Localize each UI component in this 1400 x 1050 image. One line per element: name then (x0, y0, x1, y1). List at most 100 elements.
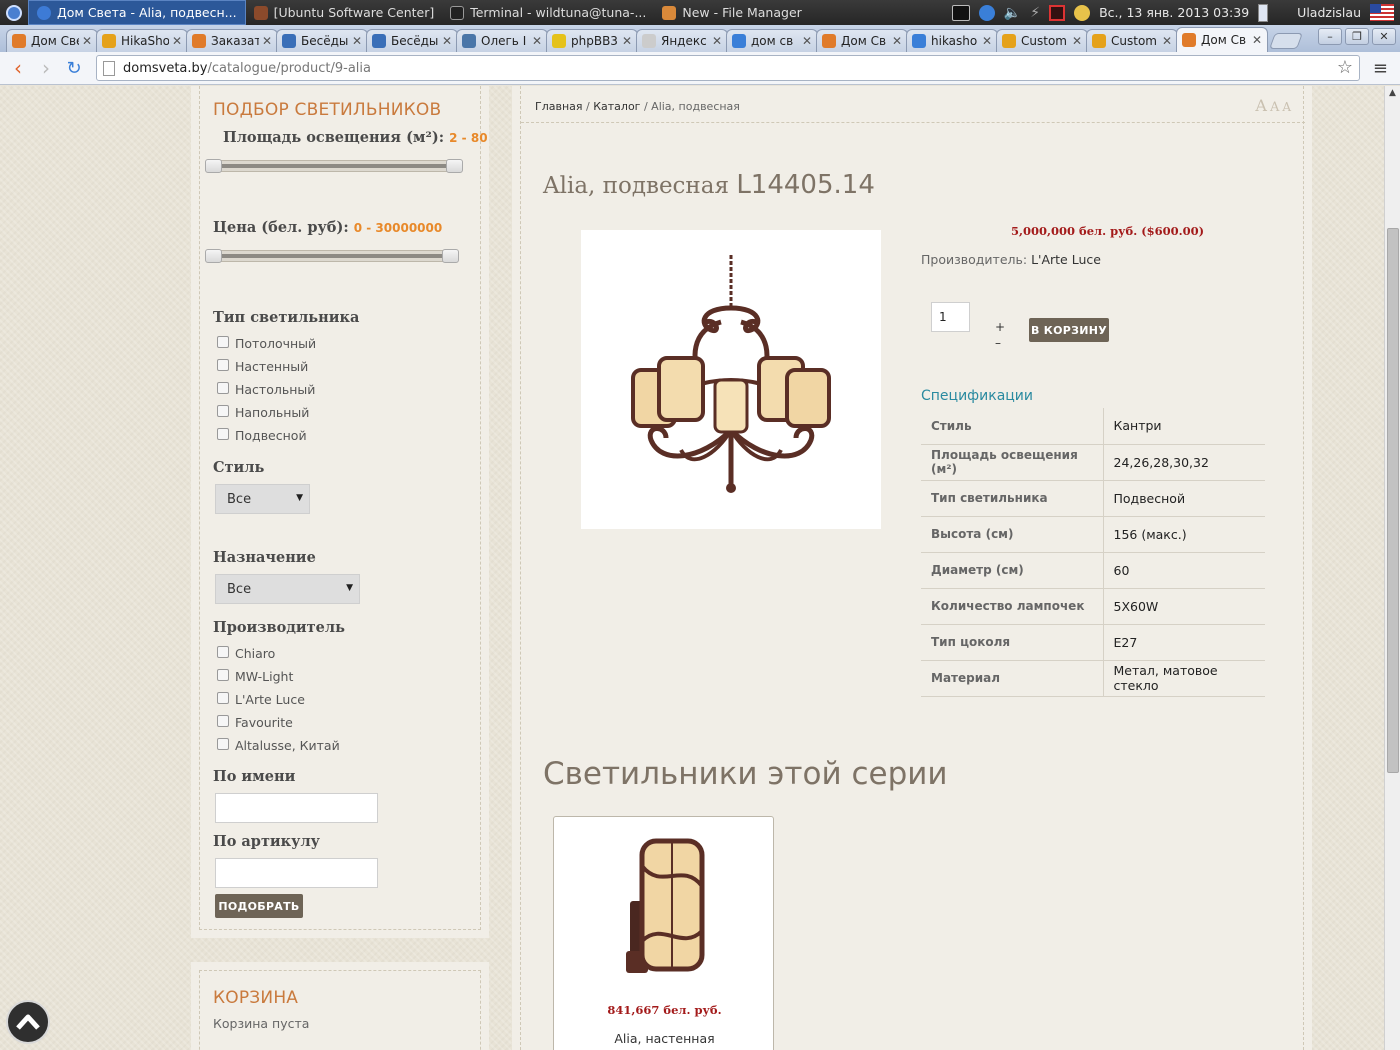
checkbox[interactable] (217, 645, 229, 658)
reload-button[interactable]: ↻ (60, 58, 88, 79)
browser-tab[interactable]: Дом Све ✕ (6, 29, 98, 52)
taskbar-item-file-manager[interactable]: New - File Manager (654, 0, 809, 25)
font-size-medium[interactable]: A (1270, 100, 1279, 115)
taskbar-item-browser[interactable]: Дом Света - Alia, подвесн... (28, 0, 246, 25)
forward-button[interactable]: › (32, 56, 60, 80)
terminal-tray-icon[interactable] (951, 4, 970, 21)
tab-close-icon[interactable]: ✕ (352, 34, 362, 48)
browser-tab[interactable]: Дом Св ✕ (816, 29, 908, 52)
product-image[interactable] (581, 230, 881, 529)
checkbox[interactable] (217, 714, 229, 727)
browser-tab[interactable]: Яндекс ✕ (636, 29, 728, 52)
manufacturer-option[interactable]: L'Arte Luce (217, 691, 305, 707)
minimize-button[interactable]: – (1318, 28, 1342, 45)
area-slider-min-handle[interactable] (205, 159, 222, 173)
series-product-card[interactable]: 841,667 бел. руб. Alia, настенная (553, 816, 774, 1050)
tab-close-icon[interactable]: ✕ (622, 34, 632, 48)
area-slider[interactable] (205, 159, 463, 173)
checkbox[interactable] (217, 381, 229, 394)
tab-close-icon[interactable]: ✕ (892, 34, 902, 48)
tab-close-icon[interactable]: ✕ (802, 34, 812, 48)
browser-tab[interactable]: Олегь I ✕ (456, 29, 548, 52)
font-size-large[interactable]: A (1255, 96, 1267, 115)
checkbox[interactable] (217, 427, 229, 440)
browser-tab[interactable]: Custom ✕ (996, 29, 1088, 52)
quantity-input[interactable]: 1 (931, 302, 970, 332)
taskbar-item-terminal[interactable]: Terminal - wildtuna@tuna-... (442, 0, 654, 25)
lamp-type-option[interactable]: Подвесной (217, 427, 307, 443)
tab-close-icon[interactable]: ✕ (1252, 33, 1262, 47)
lamp-type-option[interactable]: Настенный (217, 358, 308, 374)
lamp-type-option[interactable]: Потолочный (217, 335, 316, 351)
price-slider[interactable] (205, 249, 459, 263)
font-size-small[interactable]: A (1282, 100, 1291, 114)
quantity-decrease-button[interactable]: – (995, 336, 1001, 350)
notification-icon[interactable] (1049, 4, 1066, 21)
tab-close-icon[interactable]: ✕ (82, 34, 92, 48)
browser-tab[interactable]: hikasho ✕ (906, 29, 998, 52)
page-scrollbar[interactable]: ▲ (1384, 86, 1400, 1050)
name-filter-input[interactable] (215, 793, 378, 823)
tab-close-icon[interactable]: ✕ (262, 34, 272, 48)
browser-tab[interactable]: Custom ✕ (1086, 29, 1178, 52)
tab-close-icon[interactable]: ✕ (712, 34, 722, 48)
user-name[interactable]: Uladzislau (1297, 5, 1361, 20)
manufacturer-option[interactable]: Altalusse, Китай (217, 737, 340, 753)
checkbox[interactable] (217, 404, 229, 417)
close-window-button[interactable]: ✕ (1372, 28, 1396, 45)
checkbox[interactable] (217, 691, 229, 704)
browser-tab[interactable]: HikaSho ✕ (96, 29, 188, 52)
lamp-type-option[interactable]: Напольный (217, 404, 309, 420)
tab-close-icon[interactable]: ✕ (442, 34, 452, 48)
chrome-tray-icon[interactable] (978, 4, 995, 21)
back-button[interactable]: ‹ (4, 56, 32, 80)
checkbox[interactable] (217, 737, 229, 750)
maximize-button[interactable]: ❐ (1345, 28, 1369, 45)
scroll-up-arrow-icon[interactable]: ▲ (1385, 86, 1400, 100)
manufacturer-option[interactable]: Chiaro (217, 645, 275, 661)
apply-filter-button[interactable]: ПОДОБРАТЬ (215, 894, 303, 918)
tab-close-icon[interactable]: ✕ (172, 34, 182, 48)
manufacturer-option[interactable]: MW-Light (217, 668, 293, 684)
browser-menu-icon[interactable]: ≡ (1373, 58, 1388, 79)
browser-tab[interactable]: Заказать✕ (186, 29, 278, 52)
style-select[interactable]: Все ▼ (215, 484, 310, 514)
bookmark-star-icon[interactable]: ☆ (1337, 57, 1353, 78)
browser-tab[interactable]: Дом Св ✕ (1176, 27, 1268, 52)
manufacturer-option[interactable]: Favourite (217, 714, 293, 730)
tab-close-icon[interactable]: ✕ (1162, 34, 1172, 48)
browser-tab[interactable]: дом св ✕ (726, 29, 818, 52)
tab-close-icon[interactable]: ✕ (982, 34, 992, 48)
specs-title[interactable]: Спецификации (921, 388, 1033, 404)
new-tab-button[interactable] (1269, 33, 1303, 49)
volume-icon[interactable]: 🔈 (1004, 5, 1021, 21)
series-card-name[interactable]: Alia, настенная (554, 1031, 775, 1046)
breadcrumb-home-link[interactable]: Главная (535, 100, 583, 113)
scrollbar-thumb[interactable] (1387, 228, 1399, 773)
taskbar-item-software-center[interactable]: [Ubuntu Software Center] (246, 0, 443, 25)
sku-filter-input[interactable] (215, 858, 378, 888)
address-bar[interactable]: domsveta.by/catalogue/product/9-alia ☆ (96, 55, 1360, 81)
checkbox[interactable] (217, 358, 229, 371)
price-slider-min-handle[interactable] (205, 249, 222, 263)
price-slider-max-handle[interactable] (442, 249, 459, 263)
checkbox[interactable] (217, 668, 229, 681)
scroll-to-top-button[interactable] (6, 1000, 50, 1044)
area-slider-max-handle[interactable] (446, 159, 463, 173)
browser-tab[interactable]: Бесёды ✕ (276, 29, 368, 52)
checkbox[interactable] (217, 335, 229, 348)
xfce-menu-button[interactable] (0, 0, 28, 25)
breadcrumb-catalogue-link[interactable]: Каталог (593, 100, 640, 113)
keyboard-layout-flag-icon[interactable] (1370, 4, 1394, 21)
lamp-type-option[interactable]: Настольный (217, 381, 315, 397)
quantity-increase-button[interactable]: + (995, 320, 1005, 334)
clock[interactable]: Вс., 13 янв. 2013 03:39 (1099, 5, 1249, 20)
browser-tab[interactable]: phpBB3 ✕ (546, 29, 638, 52)
purpose-select[interactable]: Все ▼ (215, 574, 360, 604)
browser-tab[interactable]: Бесёды ✕ (366, 29, 458, 52)
network-icon[interactable]: ⚡ (1030, 5, 1040, 21)
tab-close-icon[interactable]: ✕ (1072, 34, 1082, 48)
tab-close-icon[interactable]: ✕ (532, 34, 542, 48)
weather-icon[interactable] (1074, 4, 1091, 21)
add-to-cart-button[interactable]: В КОРЗИНУ (1029, 318, 1109, 342)
